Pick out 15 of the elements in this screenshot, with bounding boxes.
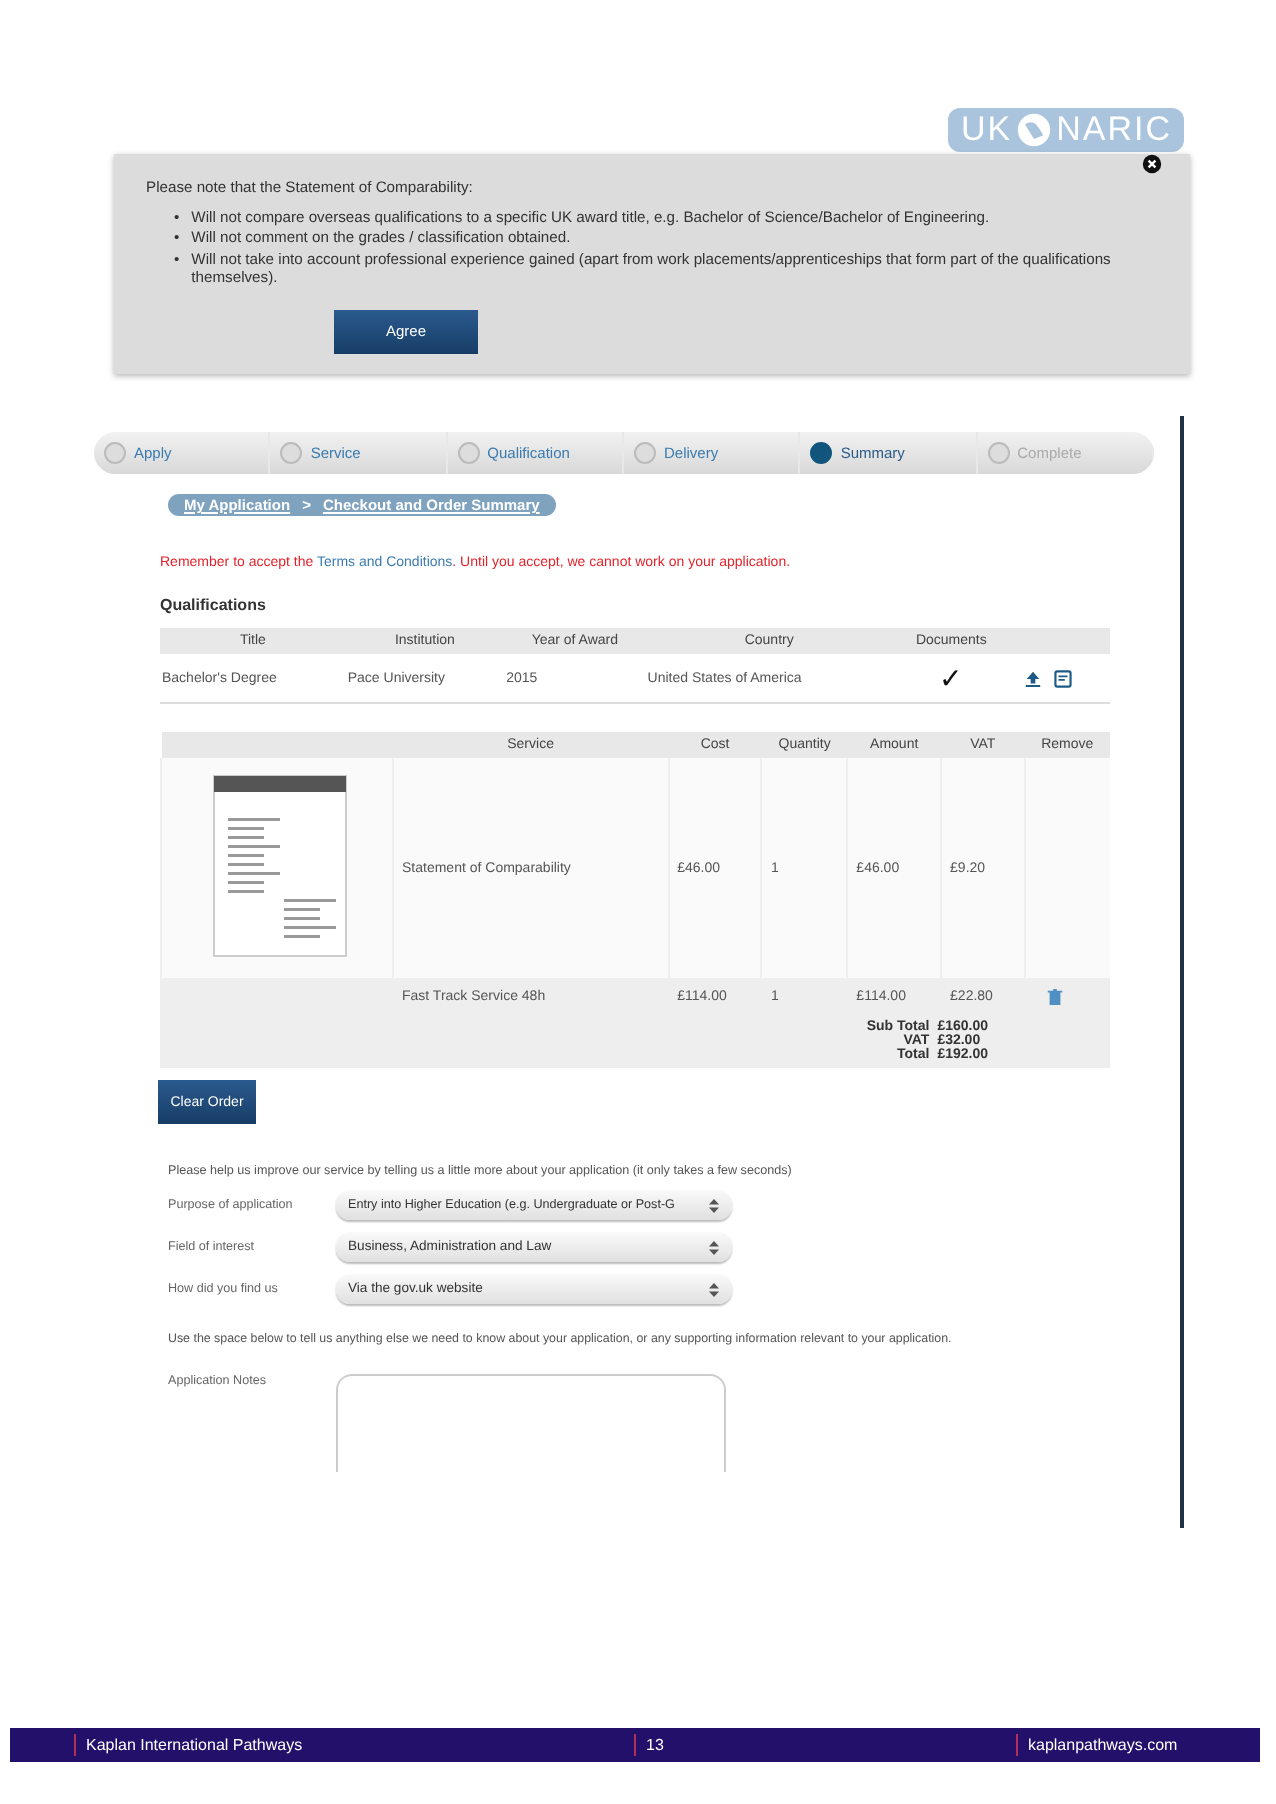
close-icon[interactable]: [1142, 154, 1162, 174]
trash-icon[interactable]: [1045, 987, 1064, 1005]
edit-icon[interactable]: [1053, 669, 1072, 687]
up-down-arrows-icon: [708, 1239, 720, 1255]
footer-text: kaplanpathways.com: [1028, 1736, 1178, 1754]
up-down-arrows-icon: [708, 1281, 720, 1297]
footer-text: 13: [646, 1736, 664, 1754]
upload-icon[interactable]: [1023, 669, 1042, 687]
up-down-arrows-icon: [708, 1197, 720, 1213]
footer-text: Kaplan International Pathways: [86, 1736, 303, 1754]
section-heading: Qualifications: [160, 596, 268, 614]
notes-field[interactable]: [336, 1374, 726, 1472]
documents-checkmark: ✓: [892, 654, 1010, 703]
globe-icon: [1016, 112, 1053, 148]
logo: UK NARIC: [948, 108, 1184, 152]
